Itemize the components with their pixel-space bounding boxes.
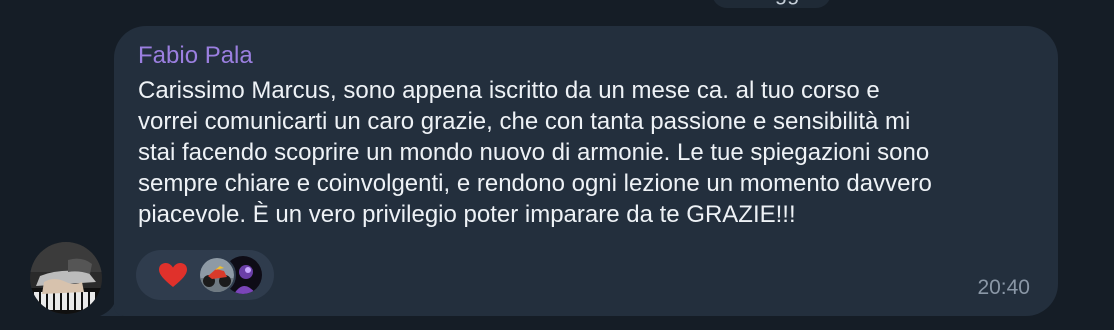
reactor-avatar[interactable] <box>198 256 236 294</box>
date-separator: 8 maggio <box>712 0 831 8</box>
message-text: Carissimo Marcus, sono appena iscritto d… <box>138 75 1038 230</box>
motorcycle-avatar-image <box>200 258 234 292</box>
heart-icon <box>159 263 187 287</box>
reaction-pill[interactable] <box>136 250 274 300</box>
message-line: sempre chiare e coinvolgenti, e rendono … <box>138 170 932 197</box>
message-timestamp: 20:40 <box>977 276 1030 299</box>
message-line: vorrei comunicarti un caro grazie, che c… <box>138 108 911 135</box>
message-line: piacevole. È un vero privilegio poter im… <box>138 201 796 228</box>
message-bubble[interactable]: Fabio Pala Carissimo Marcus, sono appena… <box>114 26 1058 316</box>
sender-avatar[interactable] <box>30 242 102 314</box>
sender-name[interactable]: Fabio Pala <box>138 42 253 70</box>
piano-avatar-image <box>30 242 102 314</box>
message-line: stai facendo scoprire un mondo nuovo di … <box>138 139 930 166</box>
message-line: Carissimo Marcus, sono appena iscritto d… <box>138 77 880 104</box>
